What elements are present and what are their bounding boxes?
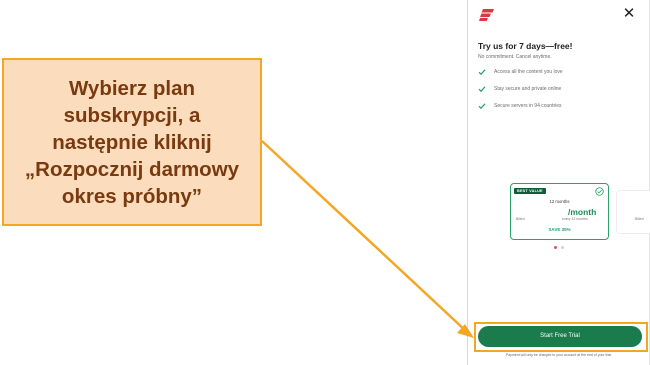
plan-billing-period: every 12 months <box>562 217 588 221</box>
feature-text: Secure servers in 94 countries <box>494 103 562 109</box>
trial-title: Try us for 7 days—free! <box>478 41 573 51</box>
plan-card-12-months[interactable]: BEST VALUE 12 months Billed /month every… <box>510 183 609 240</box>
plan-duration: 12 months <box>549 199 570 204</box>
plan-price: /month <box>568 207 597 217</box>
start-free-trial-button[interactable]: Start Free Trial <box>478 326 642 347</box>
carousel-dot-active[interactable] <box>554 246 557 249</box>
best-value-badge: BEST VALUE <box>514 188 546 194</box>
expressvpn-logo-icon <box>479 9 494 21</box>
feature-item: Access all the content you love <box>478 68 563 76</box>
instruction-callout-text: Wybierz plan subskrypcji, a następnie kl… <box>24 76 240 208</box>
feature-text: Stay secure and private online <box>494 86 562 92</box>
check-icon <box>478 103 486 110</box>
payment-footnote: Payment will only be charged to your acc… <box>505 353 612 357</box>
trial-subtitle: No commitment. Cancel anytime. <box>478 54 552 60</box>
plan-card-next[interactable]: Billed <box>616 190 650 234</box>
billed-label: Billed <box>635 217 644 221</box>
plan-savings: SAVE 35% <box>548 227 571 232</box>
carousel-dot[interactable] <box>561 246 564 249</box>
screenshot-stage: Wybierz plan subskrypcji, a następnie kl… <box>0 0 650 365</box>
app-panel: ✕ Try us for 7 days—free! No commitment.… <box>467 0 650 365</box>
feature-item: Stay secure and private online <box>478 85 563 93</box>
billed-label: Billed <box>516 217 525 221</box>
check-icon <box>478 86 486 93</box>
selected-check-icon <box>595 187 604 196</box>
feature-text: Access all the content you love <box>494 69 563 75</box>
feature-list: Access all the content you love Stay sec… <box>478 68 563 119</box>
instruction-callout: Wybierz plan subskrypcji, a następnie kl… <box>2 58 262 226</box>
feature-item: Secure servers in 94 countries <box>478 102 563 110</box>
check-icon <box>478 69 486 76</box>
carousel-indicator <box>554 246 564 249</box>
close-icon[interactable]: ✕ <box>622 6 636 22</box>
